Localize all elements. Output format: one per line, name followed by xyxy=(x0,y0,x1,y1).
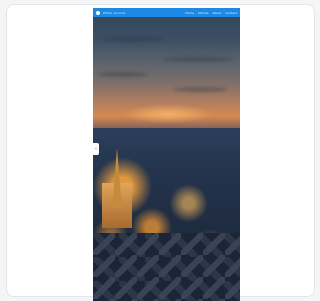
nav-item-stories[interactable]: Stories xyxy=(198,11,208,15)
cloud xyxy=(98,72,148,77)
site-brand-text: Photo Journal xyxy=(103,10,126,15)
cloud xyxy=(163,57,233,62)
site-nav: Home Stories About Contact xyxy=(185,11,237,15)
side-drawer-toggle[interactable]: ‹ xyxy=(93,143,99,155)
logo-dot-icon xyxy=(96,10,100,15)
nav-item-about[interactable]: About xyxy=(212,11,221,15)
nav-item-home[interactable]: Home xyxy=(185,11,194,15)
site-brand[interactable]: Photo Journal xyxy=(96,10,126,15)
sunset-glow xyxy=(123,104,213,124)
site-preview[interactable]: Photo Journal Home Stories About Contact… xyxy=(93,8,240,301)
nav-item-contact[interactable]: Contact xyxy=(225,11,237,15)
chevron-left-icon: ‹ xyxy=(95,145,97,152)
rooftops xyxy=(93,233,240,301)
cathedral-spire xyxy=(112,148,122,208)
cloud xyxy=(173,87,228,92)
cloud xyxy=(103,37,163,42)
site-header: Photo Journal Home Stories About Contact xyxy=(93,8,240,17)
